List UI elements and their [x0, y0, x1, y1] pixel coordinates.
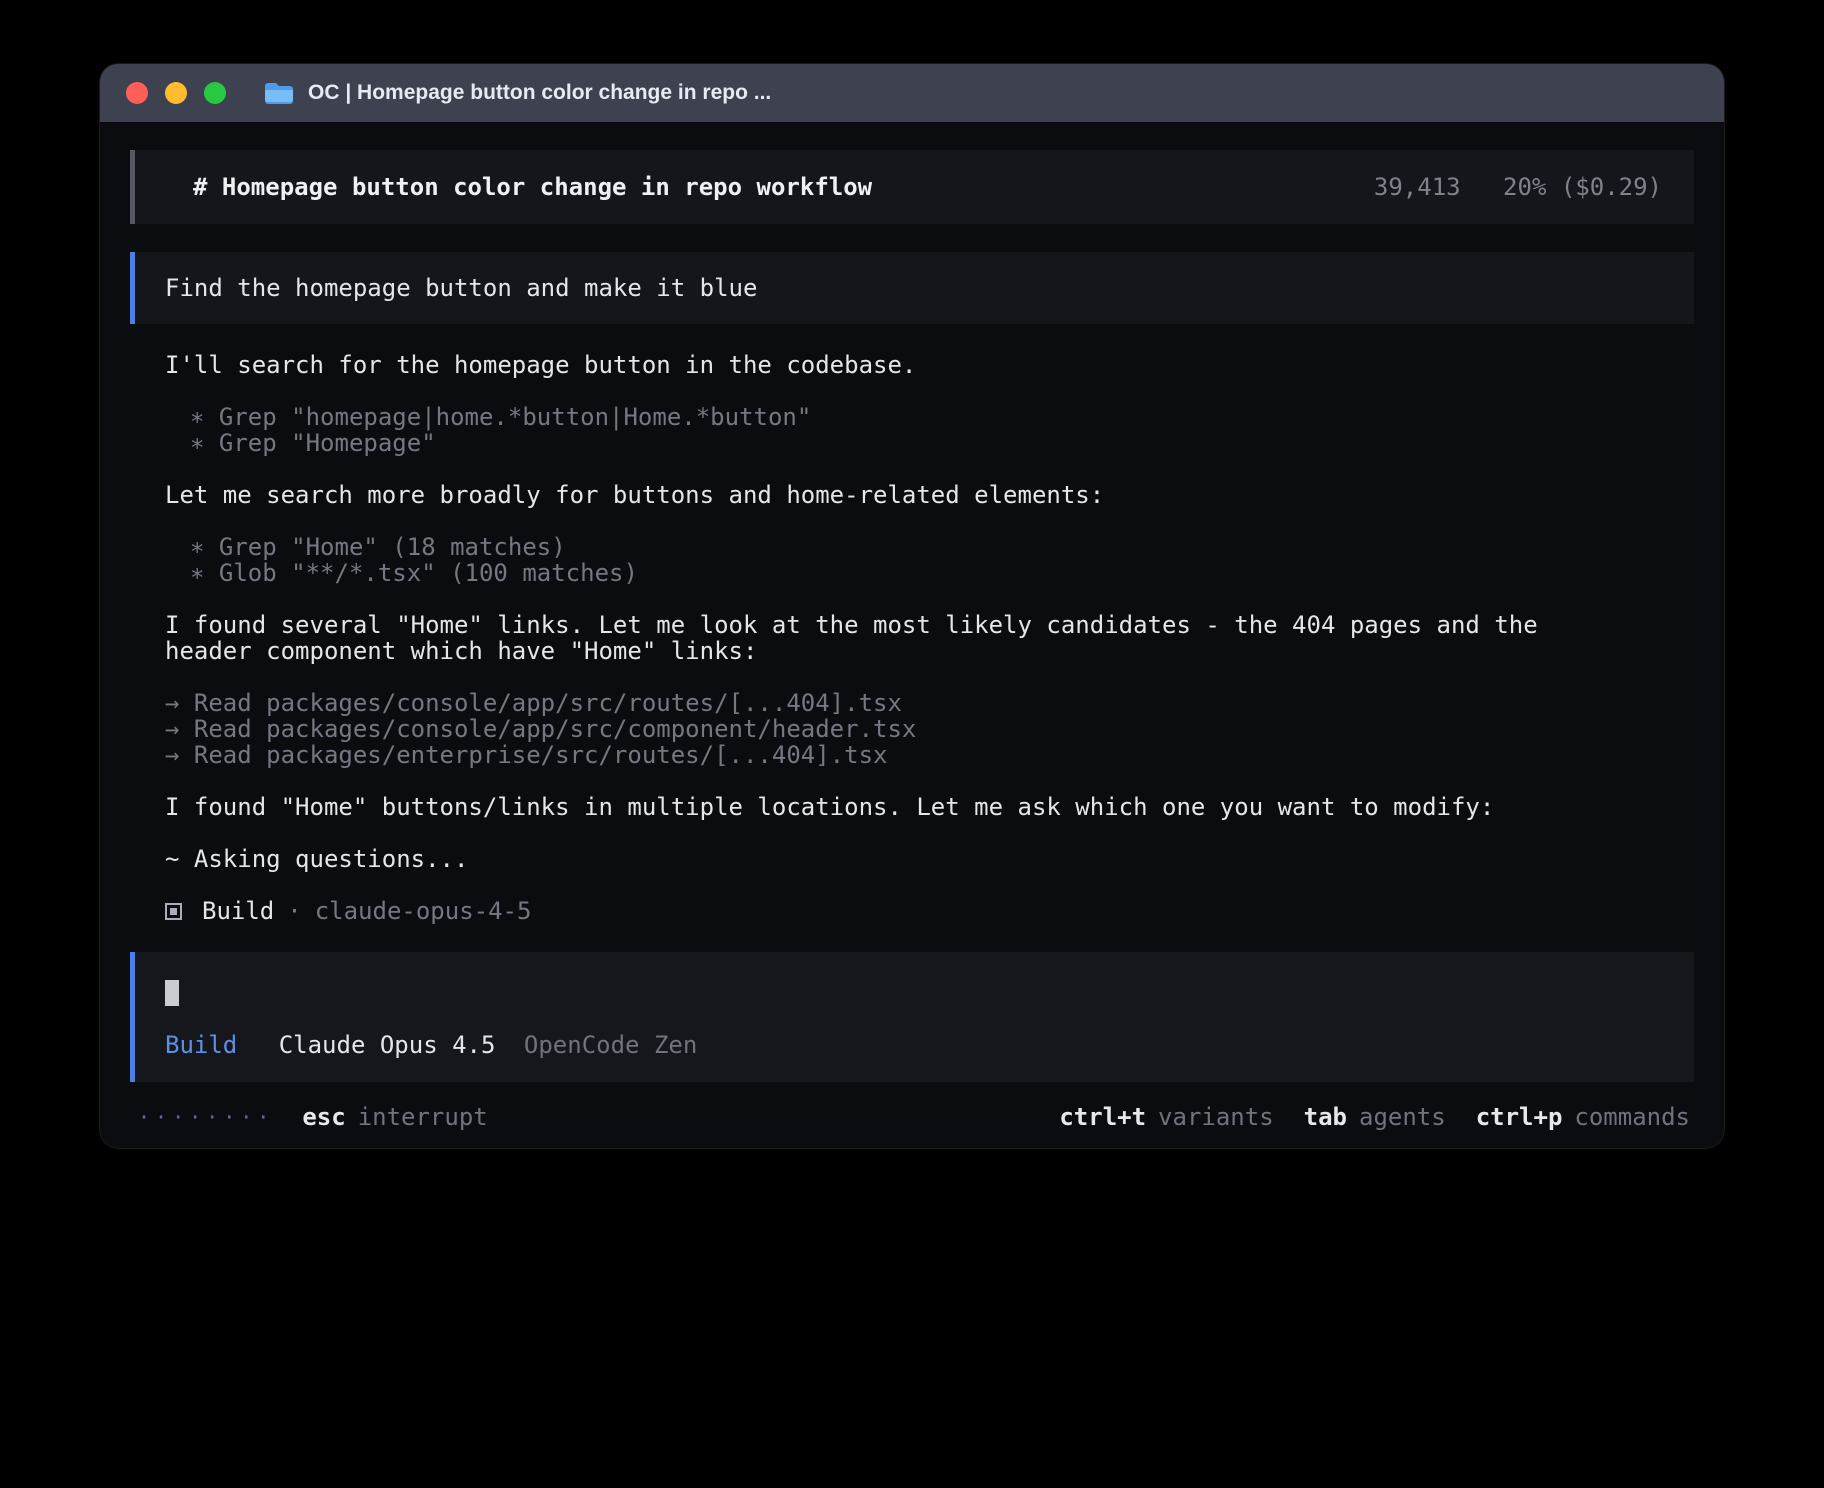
- prompt-input[interactable]: Build Claude Opus 4.5 OpenCode Zen: [130, 952, 1694, 1082]
- model-name: Claude Opus 4.5: [279, 1031, 496, 1059]
- close-button[interactable]: [126, 82, 148, 104]
- shortcut-agents: tab agents: [1304, 1104, 1446, 1130]
- status-right: ctrl+t variants tab agents ctrl+p comman…: [1059, 1104, 1690, 1130]
- shortcut-label: commands: [1574, 1104, 1690, 1130]
- session-title: # Homepage button color change in repo w…: [193, 174, 872, 200]
- tool-call-read: → Read packages/console/app/src/componen…: [165, 716, 1694, 742]
- agent-separator: ·: [287, 898, 301, 924]
- tool-call-read: → Read packages/enterprise/src/routes/[.…: [165, 742, 1694, 768]
- tool-call-group: → Read packages/console/app/src/routes/[…: [165, 690, 1694, 768]
- assistant-status: ~ Asking questions...: [165, 846, 1694, 872]
- assistant-paragraph: I found several "Home" links. Let me loo…: [165, 612, 1694, 664]
- agent-status-row: Build · claude-opus-4-5: [165, 898, 1694, 924]
- shortcut-variants: ctrl+t variants: [1059, 1104, 1273, 1130]
- tool-call-group: ∗ Grep "homepage|home.*button|Home.*butt…: [165, 404, 1694, 456]
- session-header: # Homepage button color change in repo w…: [130, 150, 1694, 224]
- shortcut-key: tab: [1304, 1104, 1347, 1130]
- tool-call-glob: ∗ Glob "**/*.tsx" (100 matches): [165, 560, 1694, 586]
- esc-key-hint: esc: [302, 1104, 345, 1130]
- provider-name: OpenCode Zen: [524, 1031, 697, 1059]
- shortcut-label: variants: [1158, 1104, 1274, 1130]
- user-message-text: Find the homepage button and make it blu…: [165, 274, 757, 302]
- assistant-paragraph: I'll search for the homepage button in t…: [165, 352, 1694, 378]
- assistant-paragraph: Let me search more broadly for buttons a…: [165, 482, 1694, 508]
- shortcut-key: ctrl+p: [1476, 1104, 1563, 1130]
- maximize-button[interactable]: [204, 82, 226, 104]
- agent-mode-indicator[interactable]: Build: [165, 1031, 237, 1059]
- esc-key-label: interrupt: [358, 1104, 488, 1130]
- shortcut-commands: ctrl+p commands: [1476, 1104, 1690, 1130]
- folder-icon: [264, 81, 294, 105]
- tool-call-grep: ∗ Grep "homepage|home.*button|Home.*butt…: [165, 404, 1694, 430]
- status-left: ········ esc interrupt: [138, 1104, 488, 1130]
- user-message: Find the homepage button and make it blu…: [130, 252, 1694, 324]
- terminal-content: # Homepage button color change in repo w…: [100, 122, 1724, 1130]
- session-stats: 39,413 20% ($0.29): [1374, 174, 1662, 200]
- shortcut-label: agents: [1359, 1104, 1446, 1130]
- input-footer: Build Claude Opus 4.5 OpenCode Zen: [165, 1032, 1664, 1058]
- text-cursor: [165, 980, 179, 1006]
- context-cost: 20% ($0.29): [1503, 173, 1662, 201]
- token-count: 39,413: [1374, 173, 1461, 201]
- assistant-text: I'll search for the homepage button in t…: [165, 352, 1565, 378]
- window-title: OC | Homepage button color change in rep…: [308, 81, 771, 105]
- agent-name: Build: [202, 898, 274, 924]
- tool-call-read: → Read packages/console/app/src/routes/[…: [165, 690, 1694, 716]
- agent-model: claude-opus-4-5: [315, 898, 532, 924]
- asking-questions-status: ~ Asking questions...: [165, 846, 1565, 872]
- tool-call-grep: ∗ Grep "Homepage": [165, 430, 1694, 456]
- shortcut-key: ctrl+t: [1059, 1104, 1146, 1130]
- assistant-text: I found "Home" buttons/links in multiple…: [165, 794, 1565, 820]
- terminal-window: OC | Homepage button color change in rep…: [100, 64, 1724, 1148]
- assistant-response: I'll search for the homepage button in t…: [130, 324, 1694, 924]
- agent-icon: [165, 903, 182, 920]
- status-bar: ········ esc interrupt ctrl+t variants t…: [130, 1104, 1694, 1130]
- assistant-text: Let me search more broadly for buttons a…: [165, 482, 1565, 508]
- assistant-paragraph: I found "Home" buttons/links in multiple…: [165, 794, 1694, 820]
- titlebar[interactable]: OC | Homepage button color change in rep…: [100, 64, 1724, 122]
- window-controls: [126, 82, 226, 104]
- minimize-button[interactable]: [165, 82, 187, 104]
- spinner-dots: ········: [138, 1104, 274, 1130]
- tool-call-grep: ∗ Grep "Home" (18 matches): [165, 534, 1694, 560]
- assistant-text: I found several "Home" links. Let me loo…: [165, 612, 1565, 664]
- tool-call-group: ∗ Grep "Home" (18 matches) ∗ Glob "**/*.…: [165, 534, 1694, 586]
